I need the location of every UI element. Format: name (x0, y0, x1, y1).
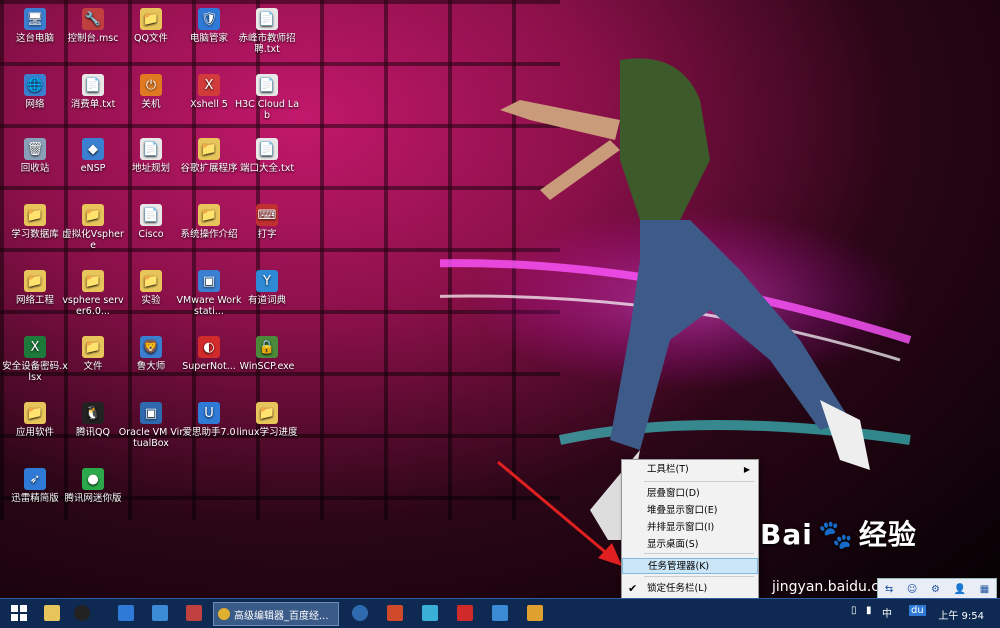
ime-grid-icon[interactable]: ▦ (980, 584, 989, 595)
app-icon-7[interactable] (455, 602, 475, 624)
app-icon-2[interactable] (150, 602, 170, 624)
menu-item-label: 工具栏(T) (647, 464, 689, 475)
app-icon-3[interactable] (184, 602, 204, 624)
taskbar[interactable]: 高级编辑器_百度经... ▯ ▮ 中 du 上午 9:54 (0, 598, 1000, 628)
ime-user-icon[interactable]: 👤 (954, 584, 966, 595)
menu-separator (644, 481, 754, 482)
app-icon-6[interactable] (420, 602, 440, 624)
menu-separator (644, 553, 754, 554)
context-menu-item[interactable]: 任务管理器(K) (622, 558, 758, 574)
windows-logo-icon (11, 605, 27, 621)
menu-item-label: 锁定任务栏(L) (647, 583, 708, 594)
app-icon-1[interactable] (116, 602, 136, 624)
context-menu-item[interactable]: 堆叠显示窗口(E) (622, 503, 758, 519)
app-icon-5[interactable] (385, 602, 405, 624)
ime-emoji-icon[interactable]: ☺ (907, 584, 917, 595)
baidu-ime-icon[interactable]: du (909, 605, 926, 616)
context-menu-item[interactable]: 显示桌面(S) (622, 537, 758, 553)
context-menu-item[interactable]: 工具栏(T) ▶ (622, 462, 758, 478)
submenu-arrow-icon: ▶ (743, 465, 750, 474)
context-menu-item[interactable]: 锁定任务栏(L) ✔ (622, 581, 758, 597)
app-icon-4[interactable] (350, 602, 370, 624)
ime-mode-icon[interactable]: ⇆ (885, 584, 893, 595)
taskbar-task-browser[interactable]: 高级编辑器_百度经... (213, 602, 339, 626)
clock[interactable]: 上午 9:54 (938, 607, 984, 622)
ime-settings-icon[interactable]: ⚙ (931, 584, 940, 595)
context-menu-item[interactable]: 并排显示窗口(I) (622, 520, 758, 536)
ime-indicator[interactable]: 中 (882, 605, 892, 620)
baidu-watermark: Bai 🐾 经验 jingyan.baidu.com (760, 513, 1000, 595)
desktop[interactable]: 🖥 这台电脑 🔧 控制台.msc 📁 QQ文件 🛡 电脑管家 📄 赤峰市教师招聘.txt 🌐 网络 📄 消… (0, 0, 1000, 598)
app-icon-8[interactable] (490, 602, 510, 624)
menu-item-label: 并排显示窗口(I) (647, 522, 715, 533)
task-label: 高级编辑器_百度经... (234, 610, 329, 622)
red-arrow-annotation (497, 460, 622, 566)
chrome-icon (218, 608, 230, 620)
menu-item-label: 显示桌面(S) (647, 539, 699, 550)
ime-toolbar[interactable]: ⇆ ☺ ⚙ 👤 ▦ (877, 578, 997, 598)
file-explorer-icon[interactable] (42, 602, 62, 624)
paw-icon: 🐾 (817, 518, 854, 551)
qq-icon[interactable] (72, 602, 92, 624)
checkmark-icon: ✔ (628, 582, 638, 595)
menu-separator (644, 576, 754, 577)
phone-icon[interactable]: ▯ (851, 605, 857, 616)
app-icon-9[interactable] (525, 602, 545, 624)
baidu-brand-cn: 经验 (858, 518, 917, 551)
menu-item-label: 任务管理器(K) (648, 561, 710, 572)
context-menu-item[interactable]: 层叠窗口(D) (622, 486, 758, 502)
taskbar-context-menu[interactable]: 工具栏(T) ▶ 层叠窗口(D) 堆叠显示窗口(E) 并排显示窗口(I) 显示桌面(S) 任… (621, 459, 759, 598)
network-icon[interactable]: ▮ (866, 605, 872, 616)
menu-item-label: 层叠窗口(D) (647, 488, 700, 499)
baidu-brand: Bai (760, 518, 813, 551)
menu-item-label: 堆叠显示窗口(E) (647, 505, 718, 516)
start-button[interactable] (8, 602, 30, 624)
